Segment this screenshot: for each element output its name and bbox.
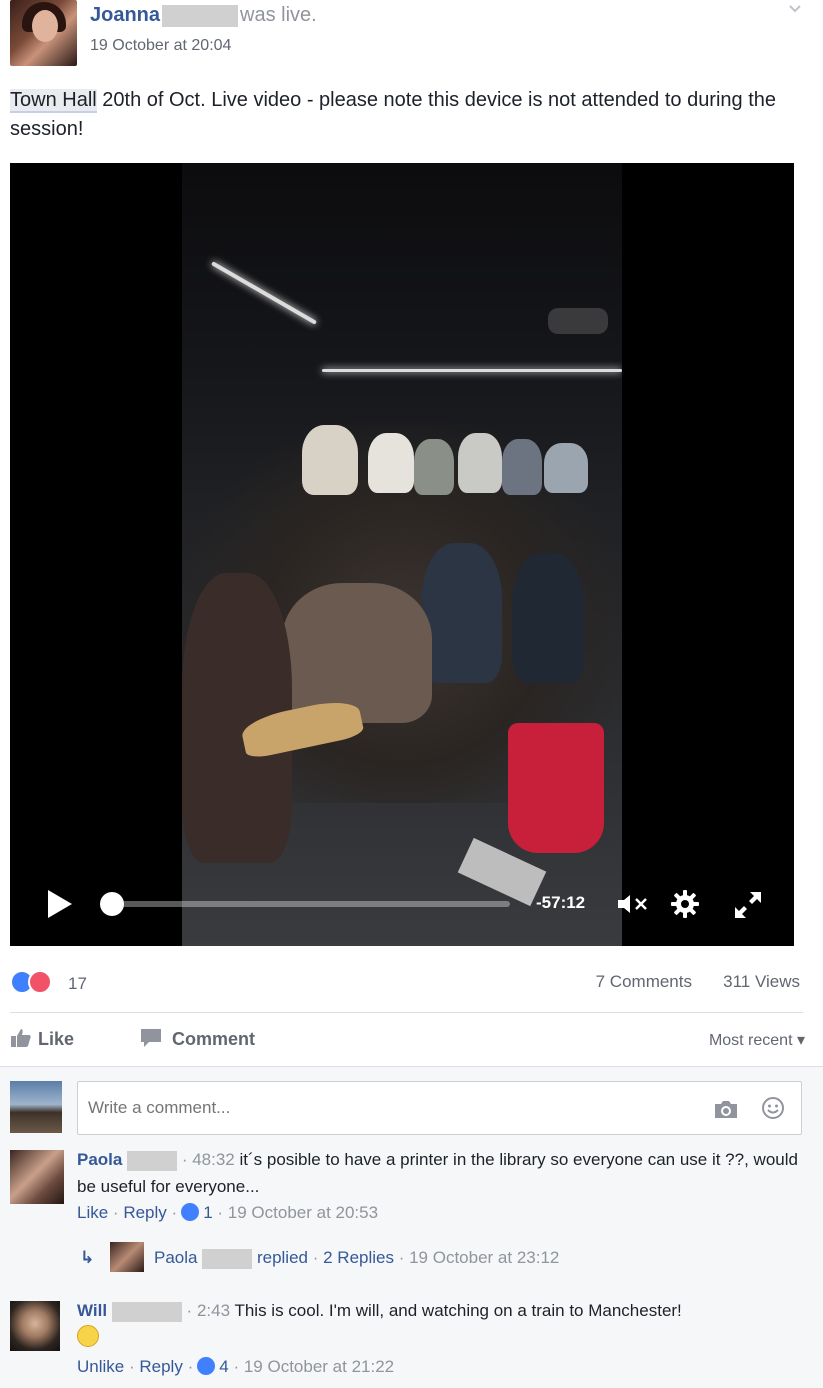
tagged-page-link[interactable]: Town Hall: [10, 89, 97, 113]
reply-timestamp[interactable]: 19 October at 23:12: [409, 1248, 559, 1267]
post-text: Town Hall 20th of Oct. Live video - plea…: [10, 86, 810, 144]
gear-icon[interactable]: [670, 889, 700, 919]
chevron-down-icon[interactable]: [788, 2, 802, 16]
smile-emoji-icon: [77, 1325, 99, 1347]
speech-bubble-icon: [141, 1029, 161, 1047]
comment-timestamp[interactable]: 19 October at 20:53: [228, 1203, 378, 1222]
author-name[interactable]: Joanna: [90, 4, 160, 26]
person: [368, 433, 414, 493]
separator: ·: [171, 1203, 178, 1222]
ceiling-light: [322, 369, 622, 372]
video-timecode[interactable]: · 2:43: [187, 1301, 230, 1320]
avatar-face: [32, 10, 58, 42]
comment-timestamp[interactable]: 19 October at 21:22: [244, 1357, 394, 1376]
like-button-label: Like: [38, 1029, 75, 1049]
commenter-avatar[interactable]: [10, 1301, 60, 1351]
like-button[interactable]: Like: [10, 1028, 74, 1050]
separator: ·: [308, 1248, 324, 1267]
comment-reply-link[interactable]: Reply: [123, 1203, 166, 1222]
like-count-icon: [181, 1203, 200, 1221]
divider: [10, 1012, 803, 1013]
video-player[interactable]: -57:12: [10, 163, 794, 946]
comment-button-label: Comment: [172, 1029, 256, 1049]
comment-meta: Like · Reply · 1 · 19 October at 20:53: [77, 1203, 378, 1223]
comment-body: Paola · 48:32 it´s posible to have a pri…: [77, 1146, 807, 1200]
comment-like-link[interactable]: Like: [77, 1203, 108, 1222]
mute-icon[interactable]: [616, 892, 652, 916]
redacted-surname: [127, 1150, 178, 1171]
redacted-surname: [111, 1301, 182, 1322]
reaction-count[interactable]: 17: [68, 974, 87, 994]
redacted-surname: [162, 4, 239, 27]
separator: ·: [217, 1203, 228, 1222]
comment-like-count[interactable]: 4: [219, 1357, 228, 1376]
post-stats: 17 7 Comments 311 Views: [10, 968, 802, 998]
video-timecode[interactable]: · 48:32: [182, 1150, 235, 1169]
camera-icon[interactable]: [713, 1098, 739, 1120]
comment-reply-link[interactable]: Reply: [139, 1357, 182, 1376]
comment-like-count[interactable]: 1: [203, 1203, 212, 1222]
author-avatar[interactable]: [10, 0, 77, 66]
viewer-avatar: [10, 1081, 62, 1133]
separator: ·: [112, 1203, 124, 1222]
fullscreen-icon[interactable]: [732, 889, 764, 921]
comments-count-link[interactable]: 7 Comments: [596, 972, 692, 992]
time-remaining: -57:12: [536, 893, 586, 912]
emoji-icon[interactable]: [761, 1096, 785, 1120]
red-basket: [508, 723, 604, 853]
comment-text: This is cool. I'm will, and watching on …: [230, 1301, 682, 1320]
person: [302, 425, 358, 495]
comment-input[interactable]: [88, 1082, 688, 1134]
post-timestamp[interactable]: 19 October at 20:04: [90, 37, 231, 55]
commenter-name[interactable]: Will: [77, 1301, 107, 1320]
separator: ·: [393, 1248, 410, 1267]
post-header: Joanna was live. 19 October at 20:04: [10, 0, 810, 70]
ceiling-light: [211, 261, 317, 325]
timecode-value: 2:43: [196, 1301, 231, 1320]
person: [512, 553, 584, 683]
progress-knob[interactable]: [100, 892, 124, 916]
person: [458, 433, 502, 493]
reply-summary[interactable]: ↳ Paola replied · 2 Replies · 19 October …: [80, 1242, 559, 1272]
video-frame: [182, 163, 622, 946]
replier-name[interactable]: Paola: [154, 1248, 197, 1267]
post-actions: Like Comment Most recent ▾: [10, 1024, 805, 1056]
play-button[interactable]: [48, 890, 72, 918]
separator: ·: [187, 1357, 194, 1376]
views-count: 311 Views: [723, 972, 800, 991]
projector: [548, 308, 608, 334]
person: [502, 439, 542, 495]
comment-button[interactable]: Comment: [140, 1028, 255, 1050]
reply-arrow-icon: ↳: [80, 1248, 95, 1267]
person: [282, 583, 432, 723]
commenter-name[interactable]: Paola: [77, 1150, 122, 1169]
comments-section: Paola · 48:32 it´s posible to have a pri…: [0, 1067, 823, 1388]
view-replies-link[interactable]: 2 Replies: [323, 1248, 394, 1267]
comment-meta: Unlike · Reply · 4 · 19 October at 21:22: [77, 1357, 394, 1377]
sort-dropdown[interactable]: Most recent ▾: [709, 1030, 805, 1050]
commenter-avatar[interactable]: [10, 1150, 64, 1204]
separator: ·: [128, 1357, 140, 1376]
thumbs-up-icon: [11, 1029, 31, 1047]
like-count-icon: [197, 1357, 216, 1375]
separator: ·: [233, 1357, 244, 1376]
post-text-body: 20th of Oct. Live video - please note th…: [10, 89, 777, 140]
redacted-surname: [202, 1248, 253, 1269]
person: [422, 543, 502, 683]
author-line: Joanna was live.: [90, 4, 317, 27]
person: [544, 443, 588, 493]
comment-body: Will · 2:43 This is cool. I'm will, and …: [77, 1297, 807, 1351]
comment-composer[interactable]: [77, 1081, 802, 1135]
timecode-value: 48:32: [192, 1150, 235, 1169]
comment-unlike-link[interactable]: Unlike: [77, 1357, 124, 1376]
replier-avatar: [110, 1242, 144, 1272]
video-controls: -57:12: [10, 878, 794, 928]
post-action-text: was live.: [240, 4, 317, 26]
love-reaction-icon: [28, 970, 52, 994]
progress-track[interactable]: [110, 901, 510, 907]
person: [414, 439, 454, 495]
reply-verb: replied: [256, 1248, 308, 1267]
